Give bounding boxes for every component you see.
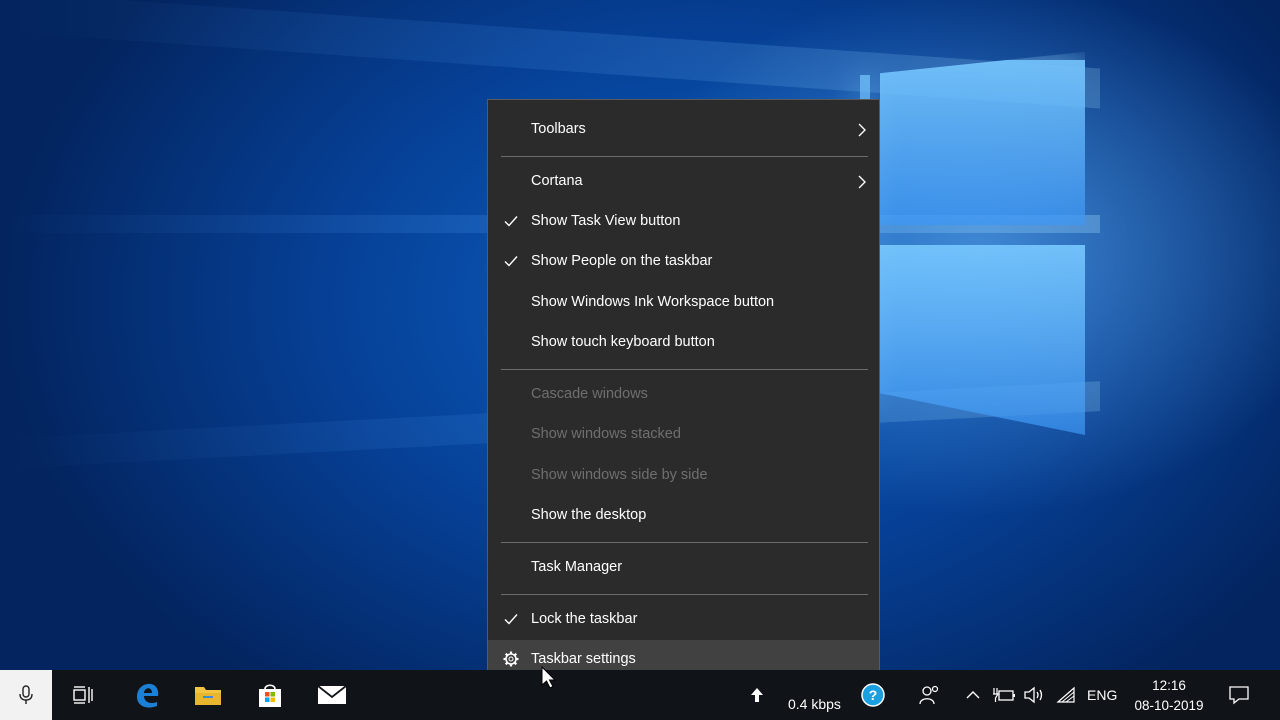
menu-item-show-windows-side-by-side: Show windows side by side xyxy=(488,456,879,496)
help-tray-button[interactable]: ? xyxy=(858,670,888,720)
show-hidden-icons-button[interactable] xyxy=(960,670,986,720)
menu-item-show-people[interactable]: Show People on the taskbar xyxy=(488,242,879,282)
menu-item-label: Cascade windows xyxy=(531,386,648,402)
store-icon xyxy=(259,684,281,707)
taskbar: 0.4 kbps ? ENG 12:16 08-10-2019 xyxy=(0,670,1280,720)
menu-item-label: Lock the taskbar xyxy=(531,611,638,627)
menu-item-show-touch-keyboard[interactable]: Show touch keyboard button xyxy=(488,323,879,363)
input-language[interactable]: ENG xyxy=(1087,687,1117,703)
menu-item-show-task-view-button[interactable]: Show Task View button xyxy=(488,202,879,242)
network-button[interactable] xyxy=(1053,670,1079,720)
menu-item-label: Task Manager xyxy=(531,559,623,575)
menu-item-label: Taskbar settings xyxy=(531,651,636,667)
edge-icon xyxy=(137,683,159,708)
svg-text:?: ? xyxy=(869,687,878,703)
network-speed: 0.4 kbps xyxy=(788,696,841,712)
checkmark-icon xyxy=(504,256,518,267)
store-button[interactable] xyxy=(247,670,293,720)
menu-item-show-windows-stacked: Show windows stacked xyxy=(488,415,879,455)
file-explorer-button[interactable] xyxy=(185,670,231,720)
chevron-up-icon xyxy=(966,691,980,699)
checkmark-icon xyxy=(504,614,518,625)
menu-item-cascade-windows: Cascade windows xyxy=(488,375,879,415)
menu-item-cortana[interactable]: Cortana xyxy=(488,162,879,202)
people-icon xyxy=(919,685,939,705)
menu-separator xyxy=(501,594,868,595)
menu-item-label: Cortana xyxy=(531,173,583,189)
menu-item-label: Show the desktop xyxy=(531,507,647,523)
volume-button[interactable] xyxy=(1021,670,1047,720)
task-view-icon xyxy=(73,686,93,704)
file-explorer-icon xyxy=(195,687,221,705)
help-icon: ? xyxy=(861,683,885,707)
task-view-button[interactable] xyxy=(60,670,106,720)
menu-separator xyxy=(501,156,868,157)
microphone-button[interactable] xyxy=(0,670,52,720)
menu-item-label: Show Task View button xyxy=(531,213,681,229)
clock-date: 08-10-2019 xyxy=(1134,698,1204,713)
menu-item-show-desktop[interactable]: Show the desktop xyxy=(488,496,879,536)
menu-item-lock-taskbar[interactable]: Lock the taskbar xyxy=(488,600,879,640)
gear-icon xyxy=(503,651,519,667)
menu-item-label: Show windows side by side xyxy=(531,467,708,483)
clock[interactable]: 12:16 08-10-2019 xyxy=(1130,676,1208,716)
upload-arrow-icon xyxy=(744,670,770,720)
wifi-icon xyxy=(1056,686,1075,703)
edge-button[interactable] xyxy=(124,670,170,720)
microphone-icon xyxy=(19,685,33,704)
menu-item-label: Show windows stacked xyxy=(531,426,681,442)
menu-item-label: Show People on the taskbar xyxy=(531,253,713,269)
speaker-icon xyxy=(1024,686,1043,704)
taskbar-context-menu: Toolbars Cortana Show Task View button S… xyxy=(487,99,880,690)
action-center-button[interactable] xyxy=(1222,670,1256,720)
menu-separator xyxy=(501,369,868,370)
mail-button[interactable] xyxy=(309,670,355,720)
chevron-right-icon xyxy=(858,123,866,137)
menu-item-label: Show Windows Ink Workspace button xyxy=(531,294,775,310)
menu-item-show-ink-workspace[interactable]: Show Windows Ink Workspace button xyxy=(488,283,879,323)
mouse-cursor-icon xyxy=(541,666,557,689)
people-button[interactable] xyxy=(914,670,944,720)
menu-item-label: Toolbars xyxy=(531,121,586,137)
menu-item-task-manager[interactable]: Task Manager xyxy=(488,548,879,588)
notification-icon xyxy=(1229,686,1249,705)
battery-button[interactable] xyxy=(990,670,1018,720)
mail-icon xyxy=(317,685,347,704)
chevron-right-icon xyxy=(858,175,866,189)
checkmark-icon xyxy=(504,216,518,227)
menu-item-label: Show touch keyboard button xyxy=(531,334,715,350)
clock-time: 12:16 xyxy=(1152,678,1186,693)
battery-icon xyxy=(993,688,1015,702)
menu-separator xyxy=(501,542,868,543)
menu-item-toolbars[interactable]: Toolbars xyxy=(488,110,879,150)
